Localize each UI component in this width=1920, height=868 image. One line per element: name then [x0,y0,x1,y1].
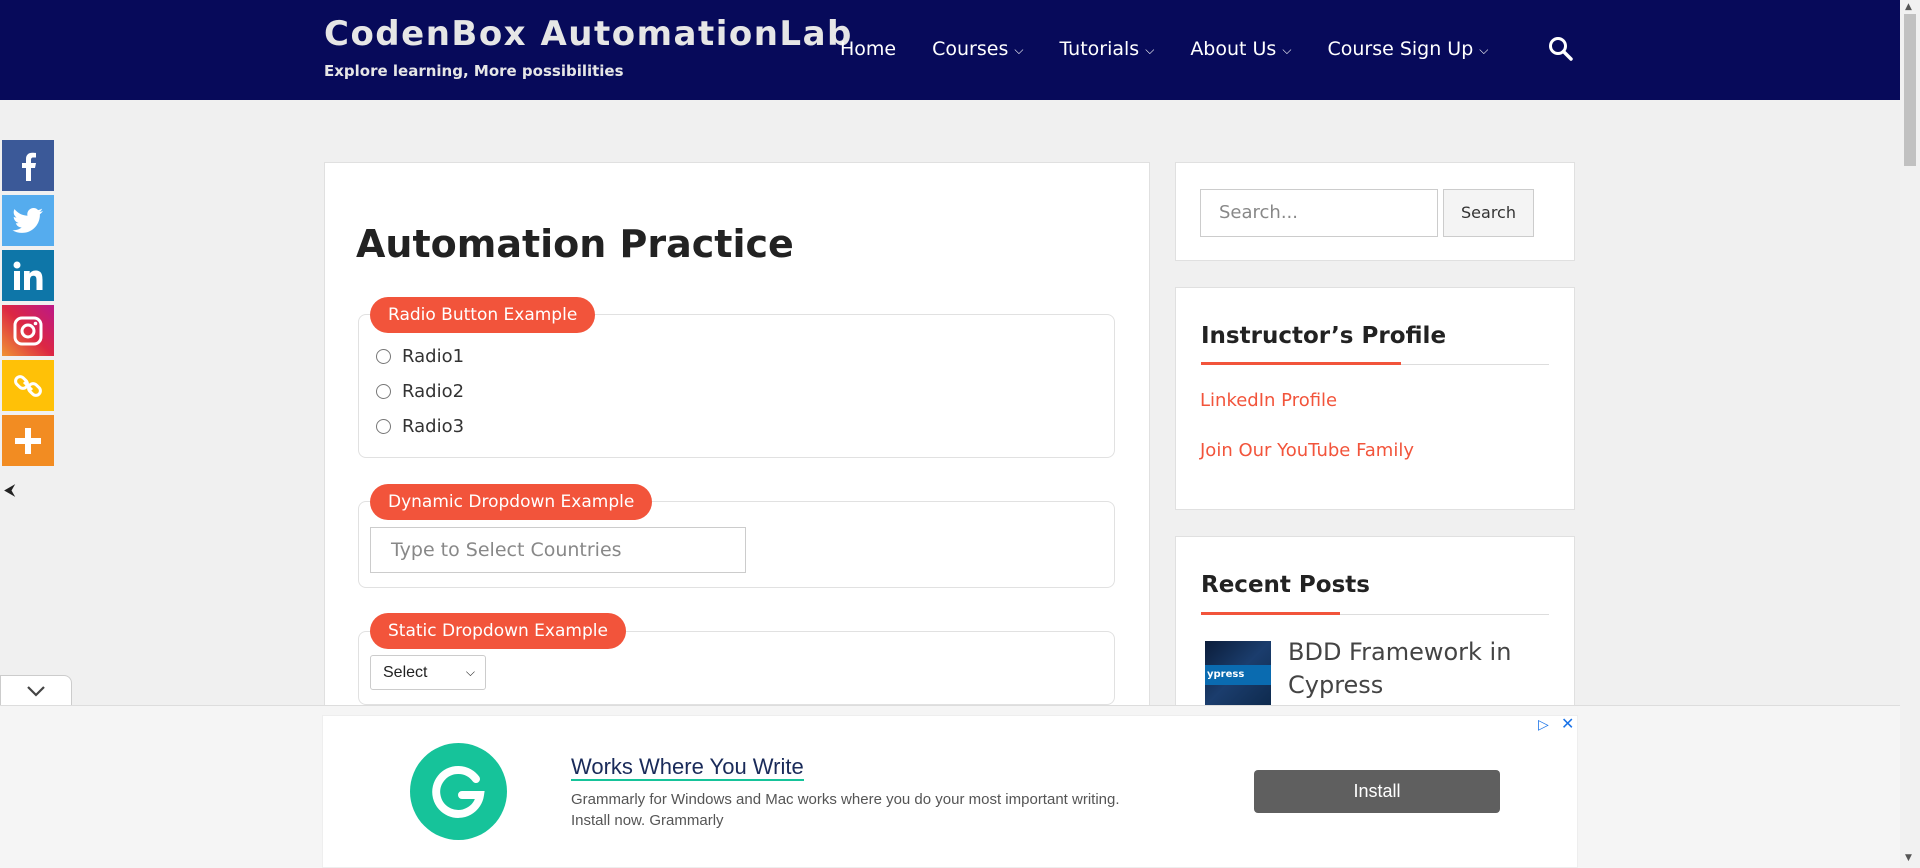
nav-about-us[interactable]: About Us ⌵ [1190,38,1291,60]
nav-tutorials[interactable]: Tutorials ⌵ [1059,38,1154,60]
static-dropdown-select[interactable]: Select ⌵ [370,655,486,690]
radio-button-legend: Radio Button Example [370,297,596,333]
scroll-up-icon[interactable]: ▲ [1905,2,1912,12]
country-autocomplete-input[interactable]: Type to Select Countries [370,527,746,573]
recent-posts-title: Recent Posts [1201,572,1370,598]
facebook-icon[interactable] [2,140,54,191]
nav-home[interactable]: Home [840,38,896,60]
radio-option-3[interactable]: Radio3 [376,416,464,437]
post-thumbnail[interactable]: ypress [1205,641,1271,706]
radio-circle[interactable] [376,349,391,364]
recent-post-link[interactable]: BDD Framework in Cypress [1288,636,1528,702]
nav-tutorials-label: Tutorials [1059,38,1140,60]
nav-course-sign-up[interactable]: Course Sign Up ⌵ [1327,38,1488,60]
sidebar-search-input[interactable]: Search... [1200,189,1438,237]
nav-home-label: Home [840,38,897,60]
search-icon[interactable] [1548,36,1574,62]
site-header: CodenBox AutomationLab Explore learning,… [0,0,1900,100]
select-value: Select [383,664,428,681]
radio-circle[interactable] [376,419,391,434]
radio-label: Radio3 [402,416,465,437]
nav-about-us-label: About Us [1190,38,1277,60]
page-title: Automation Practice [356,222,794,266]
linkedin-profile-link[interactable]: LinkedIn Profile [1200,390,1337,411]
radio-label: Radio2 [402,381,465,402]
ad-install-button[interactable]: Install [1254,770,1500,813]
radio-circle[interactable] [376,384,391,399]
radio-button-fieldset [358,314,1115,458]
close-icon[interactable]: ✕ [1561,714,1574,733]
hide-arrow-icon[interactable]: ⮜ [4,480,15,500]
radio-option-2[interactable]: Radio2 [376,381,464,402]
ad-body-text: Grammarly for Windows and Mac works wher… [571,791,1120,829]
instructor-profile-title: Instructor’s Profile [1201,323,1447,349]
chevron-down-icon: ⌵ [1282,42,1292,57]
post-thumbnail-text: ypress [1205,665,1271,685]
twitter-icon[interactable] [2,195,54,246]
chevron-down-icon [27,685,45,697]
instagram-icon[interactable] [2,305,54,356]
radio-option-1[interactable]: Radio1 [376,346,464,367]
scrollbar-thumb[interactable] [1904,14,1916,166]
nav-courses-label: Courses [932,38,1009,60]
dynamic-dropdown-legend: Dynamic Dropdown Example [370,484,653,520]
grammarly-logo-icon[interactable] [410,743,507,840]
copy-link-icon[interactable] [2,360,54,411]
chevron-down-icon: ⌵ [1479,42,1489,57]
chevron-down-icon: ⌵ [1145,42,1155,57]
sidebar-search-button[interactable]: Search [1443,189,1534,237]
brand[interactable]: CodenBox AutomationLab Explore learning,… [324,14,853,80]
nav-courses[interactable]: Courses ⌵ [932,38,1023,60]
radio-label: Radio1 [402,346,465,367]
widget-divider-accent [1201,362,1401,365]
linkedin-icon[interactable] [2,250,54,301]
site-title[interactable]: CodenBox AutomationLab [324,14,853,54]
scroll-down-icon[interactable]: ▼ [1905,853,1912,863]
more-icon[interactable] [2,415,54,466]
ad-headline[interactable]: Works Where You Write [571,755,804,781]
social-share-bar [2,140,54,470]
collapse-ad-button[interactable] [0,675,72,705]
chevron-down-icon: ⌵ [465,665,475,679]
youtube-family-link[interactable]: Join Our YouTube Family [1200,440,1414,461]
nav-course-sign-up-label: Course Sign Up [1327,38,1474,60]
ad-choices-icon[interactable]: ▷ [1538,717,1549,733]
chevron-down-icon: ⌵ [1014,42,1024,57]
static-dropdown-legend: Static Dropdown Example [370,613,626,649]
main-nav: Home Courses ⌵ Tutorials ⌵ About Us ⌵ Cours… [840,38,1524,60]
widget-divider-accent [1201,612,1340,615]
site-tagline: Explore learning, More possibilities [324,62,624,80]
